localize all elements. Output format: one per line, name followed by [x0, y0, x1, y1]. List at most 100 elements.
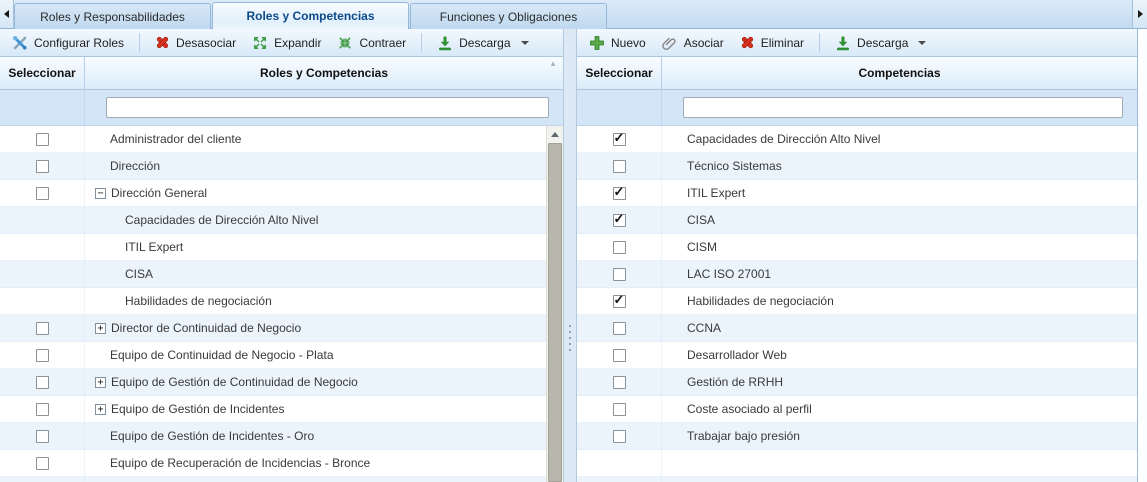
row-checkbox[interactable] — [613, 349, 626, 362]
row-checkbox[interactable] — [36, 376, 49, 389]
toolbar-separator — [421, 33, 422, 52]
tree-expand-icon[interactable]: + — [95, 323, 106, 334]
table-row: LAC ISO 27001 — [577, 261, 1137, 288]
expandir-button[interactable]: Expandir — [245, 32, 328, 54]
row-label: Trabajar bajo presión — [687, 429, 800, 443]
row-checkbox[interactable]: ✓ — [613, 214, 626, 227]
table-row: +Director de Continuidad de Negocio — [0, 315, 546, 342]
table-row: +Equipo de Gestión de Incidentes — [0, 396, 546, 423]
eliminar-label: Eliminar — [761, 36, 804, 50]
row-label: Equipo de Continuidad de Negocio - Plata — [110, 348, 334, 362]
row-checkbox[interactable] — [36, 430, 49, 443]
roles-grid-body: Administrador del clienteDirección−Direc… — [0, 126, 563, 482]
dropdown-arrow-icon — [918, 41, 926, 45]
table-row: Coste asociado al perfil — [577, 396, 1137, 423]
right-gutter — [1138, 29, 1147, 482]
row-checkbox[interactable] — [613, 376, 626, 389]
row-checkbox[interactable] — [613, 403, 626, 416]
tree-expand-icon[interactable]: + — [95, 377, 106, 388]
row-checkbox[interactable]: ✓ — [613, 295, 626, 308]
row-label: Dirección General — [111, 186, 207, 200]
row-checkbox[interactable] — [613, 241, 626, 254]
tab-scroll-left-button[interactable] — [0, 0, 14, 28]
competencias-main-column-header[interactable]: Competencias — [662, 57, 1137, 89]
roles-select-column-header[interactable]: Seleccionar — [0, 57, 85, 89]
roles-main-column-header[interactable]: Roles y Competencias ▲ — [85, 57, 563, 89]
row-select-cell — [577, 261, 662, 287]
competencias-select-column-header[interactable]: Seleccionar — [577, 57, 662, 89]
row-select-cell: ✓ — [577, 126, 662, 152]
row-checkbox[interactable] — [613, 430, 626, 443]
competencias-main-column-label: Competencias — [858, 66, 940, 80]
competencias-rows-container: ✓Capacidades de Dirección Alto NivelTécn… — [577, 126, 1137, 482]
row-checkbox[interactable]: ✓ — [613, 133, 626, 146]
configurar-roles-button[interactable]: Configurar Roles — [5, 32, 131, 54]
roles-filter-input[interactable] — [106, 97, 549, 118]
tree-expand-icon[interactable]: + — [95, 404, 106, 415]
row-select-cell — [0, 126, 85, 152]
row-select-cell: ✓ — [577, 288, 662, 314]
tab-funciones-y-obligaciones[interactable]: Funciones y Obligaciones — [410, 3, 607, 29]
row-main-cell — [85, 477, 546, 482]
row-checkbox[interactable] — [36, 349, 49, 362]
row-label: Técnico Sistemas — [687, 159, 782, 173]
row-checkbox[interactable] — [36, 403, 49, 416]
table-row: Equipo de Gestión de Incidentes - Oro — [0, 423, 546, 450]
row-main-cell: CISA — [85, 261, 546, 287]
competencias-grid-body: ✓Capacidades de Dirección Alto NivelTécn… — [577, 126, 1137, 482]
row-checkbox[interactable]: ✓ — [613, 187, 626, 200]
desasociar-button[interactable]: Desasociar — [148, 32, 243, 53]
row-checkbox[interactable] — [613, 322, 626, 335]
tree-collapse-icon[interactable]: − — [95, 188, 106, 199]
row-checkbox[interactable] — [36, 160, 49, 173]
row-main-cell: Equipo de Gestión de Incidentes - Oro — [85, 423, 546, 449]
table-row: −Dirección General — [0, 180, 546, 207]
table-row: Administrador del cliente — [0, 126, 546, 153]
row-main-cell — [662, 450, 1137, 476]
scrollbar-up-button[interactable] — [547, 126, 563, 142]
roles-panel: Configurar Roles Desasociar — [0, 29, 563, 482]
eliminar-button[interactable]: Eliminar — [733, 32, 811, 53]
roles-grid-header: Seleccionar Roles y Competencias ▲ — [0, 57, 563, 90]
row-checkbox[interactable] — [36, 457, 49, 470]
row-label: Capacidades de Dirección Alto Nivel — [125, 213, 318, 227]
tab-roles-y-responsabilidades[interactable]: Roles y Responsabilidades — [14, 3, 211, 29]
row-label: Habilidades de negociación — [687, 294, 834, 308]
competencias-filter-row — [577, 90, 1137, 126]
row-label: Coste asociado al perfil — [687, 402, 812, 416]
contraer-button[interactable]: Contraer — [330, 32, 413, 54]
tab-roles-y-competencias[interactable]: Roles y Competencias — [212, 2, 409, 29]
row-main-cell: LAC ISO 27001 — [662, 261, 1137, 287]
row-checkbox[interactable] — [613, 268, 626, 281]
row-checkbox[interactable] — [36, 187, 49, 200]
tabs-container: Roles y ResponsabilidadesRoles y Compete… — [14, 0, 608, 28]
competencias-toolbar: Nuevo Asociar Eliminar — [577, 29, 1137, 57]
roles-rows-container: Administrador del clienteDirección−Direc… — [0, 126, 546, 482]
asociar-button[interactable]: Asociar — [655, 32, 731, 54]
row-main-cell: Habilidades de negociación — [662, 288, 1137, 314]
panel-splitter[interactable] — [563, 29, 577, 482]
expandir-label: Expandir — [274, 36, 321, 50]
scrollbar-thumb[interactable] — [548, 143, 562, 482]
table-row: ✓ CISA — [577, 207, 1137, 234]
row-checkbox[interactable] — [36, 322, 49, 335]
descarga-roles-button[interactable]: Descarga — [430, 32, 535, 54]
row-select-cell — [0, 207, 85, 233]
row-main-cell: CCNA — [662, 315, 1137, 341]
row-checkbox[interactable] — [36, 133, 49, 146]
nuevo-button[interactable]: Nuevo — [582, 32, 653, 54]
row-checkbox[interactable] — [613, 160, 626, 173]
roles-vertical-scrollbar[interactable] — [546, 126, 563, 482]
competencias-grid-header: Seleccionar Competencias — [577, 57, 1137, 90]
green-plus-icon — [589, 35, 605, 51]
descarga-competencias-button[interactable]: Descarga — [828, 32, 933, 54]
row-label: CISA — [125, 267, 153, 281]
row-main-cell: +Equipo de Gestión de Incidentes — [85, 396, 546, 422]
tab-scroll-right-button[interactable] — [1132, 0, 1147, 28]
competencias-filter-input[interactable] — [683, 97, 1123, 118]
row-label: CISA — [687, 213, 715, 227]
row-main-cell: Equipo de Recuperación de Incidencias - … — [85, 450, 546, 476]
row-main-cell: Técnico Sistemas — [662, 153, 1137, 179]
collapse-arrows-icon — [337, 35, 353, 51]
row-select-cell — [0, 450, 85, 476]
